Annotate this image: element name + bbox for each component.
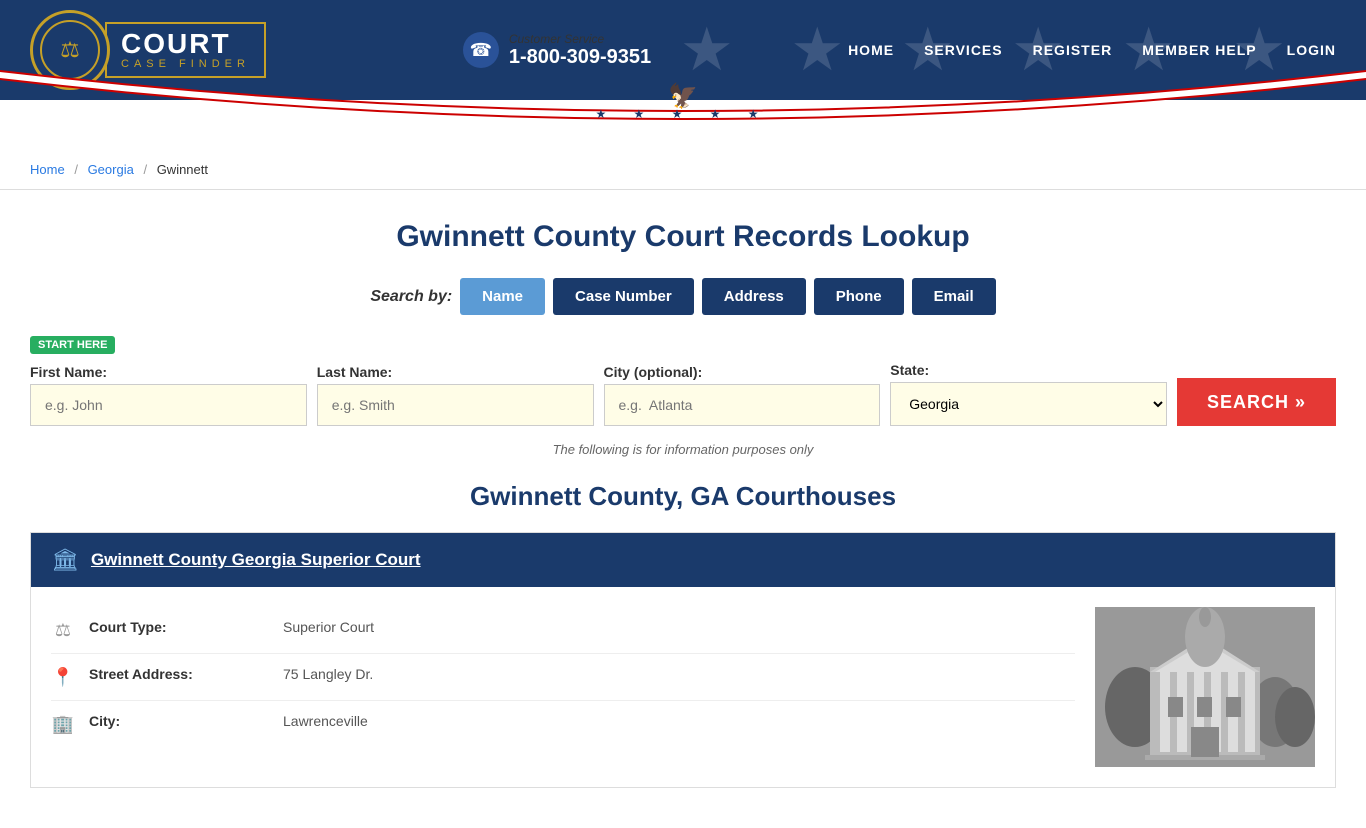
- nav-login[interactable]: LOGIN: [1287, 42, 1336, 58]
- eagle-stars: ★ ★ ★ ★ ★: [595, 107, 770, 121]
- tab-case-number[interactable]: Case Number: [553, 278, 694, 315]
- breadcrumb-sep-2: /: [143, 162, 147, 177]
- city-icon: 🏢: [51, 714, 75, 735]
- ribbon: 🦅 ★ ★ ★ ★ ★: [0, 100, 1366, 150]
- search-button[interactable]: SEARCH »: [1177, 378, 1336, 426]
- breadcrumb-georgia[interactable]: Georgia: [88, 162, 134, 177]
- last-name-group: Last Name:: [317, 364, 594, 426]
- first-name-label: First Name:: [30, 364, 307, 380]
- cs-phone: 1-800-309-9351: [509, 46, 651, 69]
- tab-phone[interactable]: Phone: [814, 278, 904, 315]
- city-value: Lawrenceville: [283, 713, 368, 729]
- nav-member-help[interactable]: MEMBER HELP: [1142, 42, 1256, 58]
- breadcrumb-current: Gwinnett: [157, 162, 208, 177]
- court-type-value: Superior Court: [283, 619, 374, 635]
- city-label: City (optional):: [604, 364, 881, 380]
- courthouses-title: Gwinnett County, GA Courthouses: [30, 481, 1336, 512]
- city-group: City (optional):: [604, 364, 881, 426]
- city-label-info: City:: [89, 713, 269, 729]
- search-by-label: Search by:: [370, 288, 452, 306]
- first-name-input[interactable]: [30, 384, 307, 426]
- courthouse-name[interactable]: Gwinnett County Georgia Superior Court: [91, 550, 421, 570]
- courthouse-building-icon: 🏛: [51, 547, 79, 573]
- first-name-group: First Name:: [30, 364, 307, 426]
- search-form-container: START HERE First Name: Last Name: City (…: [30, 335, 1336, 426]
- start-here-badge: START HERE: [30, 336, 115, 354]
- info-row-address: 📍 Street Address: 75 Langley Dr.: [51, 654, 1075, 701]
- state-select[interactable]: Georgia Alabama Florida Tennessee: [890, 382, 1167, 426]
- info-text: The following is for information purpose…: [30, 442, 1336, 457]
- main-content: Gwinnett County Court Records Lookup Sea…: [0, 190, 1366, 828]
- page-title: Gwinnett County Court Records Lookup: [30, 220, 1336, 254]
- main-nav: HOME SERVICES REGISTER MEMBER HELP LOGIN: [848, 42, 1336, 58]
- gavel-icon: ⚖: [51, 620, 75, 641]
- location-pin-icon: 📍: [51, 667, 75, 688]
- state-label: State:: [890, 362, 1167, 378]
- nav-services[interactable]: SERVICES: [924, 42, 1003, 58]
- phone-icon: ☎: [463, 32, 499, 68]
- courthouse-header: 🏛 Gwinnett County Georgia Superior Court: [31, 533, 1335, 587]
- breadcrumb-home[interactable]: Home: [30, 162, 65, 177]
- search-form: First Name: Last Name: City (optional): …: [30, 362, 1336, 426]
- breadcrumb-sep-1: /: [74, 162, 78, 177]
- court-type-label: Court Type:: [89, 619, 269, 635]
- street-address-value: 75 Langley Dr.: [283, 666, 373, 682]
- tab-name[interactable]: Name: [460, 278, 545, 315]
- nav-home[interactable]: HOME: [848, 42, 894, 58]
- last-name-input[interactable]: [317, 384, 594, 426]
- last-name-label: Last Name:: [317, 364, 594, 380]
- breadcrumb: Home / Georgia / Gwinnett: [0, 150, 1366, 190]
- courthouse-image-svg: [1095, 607, 1315, 767]
- tab-email[interactable]: Email: [912, 278, 996, 315]
- info-row-city: 🏢 City: Lawrenceville: [51, 701, 1075, 747]
- cs-label: Customer Service: [509, 32, 651, 46]
- courthouse-body: ⚖ Court Type: Superior Court 📍 Street Ad…: [31, 587, 1335, 787]
- logo-finder-text: CASE FINDER: [121, 58, 250, 70]
- logo-court-text: COURT: [121, 30, 250, 58]
- search-by-row: Search by: Name Case Number Address Phon…: [30, 278, 1336, 315]
- nav-register[interactable]: REGISTER: [1033, 42, 1113, 58]
- tab-address[interactable]: Address: [702, 278, 806, 315]
- customer-service: ☎ Customer Service 1-800-309-9351: [463, 32, 651, 69]
- ribbon-eagle: 🦅 ★ ★ ★ ★ ★: [595, 82, 770, 121]
- courthouse-card: 🏛 Gwinnett County Georgia Superior Court…: [30, 532, 1336, 788]
- info-row-court-type: ⚖ Court Type: Superior Court: [51, 607, 1075, 654]
- courthouse-image: [1095, 607, 1315, 767]
- state-group: State: Georgia Alabama Florida Tennessee: [890, 362, 1167, 426]
- street-address-label: Street Address:: [89, 666, 269, 682]
- city-input[interactable]: [604, 384, 881, 426]
- courthouse-info: ⚖ Court Type: Superior Court 📍 Street Ad…: [51, 607, 1075, 767]
